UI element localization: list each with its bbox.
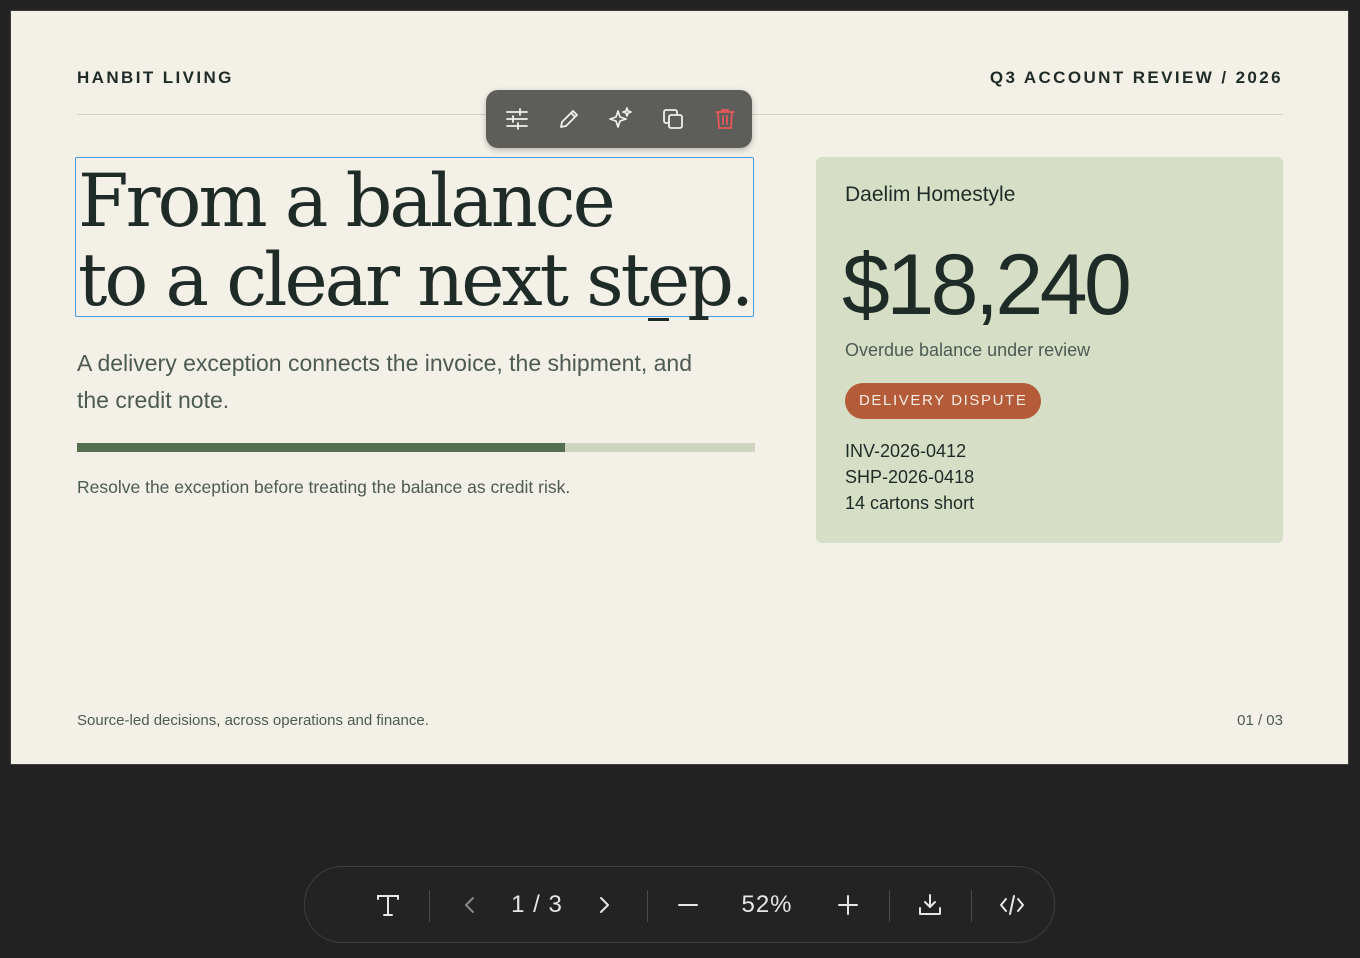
subheadline: A delivery exception connects the invoic… — [77, 350, 692, 413]
headline-text-box-selected[interactable]: From a balance to a clear next step. — [75, 157, 754, 321]
pencil-icon — [560, 110, 578, 128]
headline-line-2: to a clear next step. — [78, 238, 754, 323]
slide-canvas[interactable]: HANBIT LIVING Q3 ACCOUNT REVIEW / 2026 F… — [11, 11, 1348, 764]
delete-button[interactable] — [710, 104, 740, 134]
trash-icon — [715, 109, 735, 129]
shipment-reference: SHP-2026-0418 — [845, 467, 975, 487]
sparkle-icon — [609, 107, 632, 128]
duplicate-button[interactable] — [658, 104, 688, 134]
progress-fill — [77, 443, 566, 452]
status-badge: DELIVERY DISPUTE — [845, 383, 1042, 419]
format-settings-button[interactable] — [502, 104, 532, 134]
previous-page-button[interactable] — [455, 885, 485, 925]
toolbar-divider — [647, 890, 648, 922]
view-code-button[interactable] — [995, 885, 1029, 925]
plus-icon — [838, 895, 858, 915]
zoom-out-button[interactable] — [673, 885, 703, 925]
minus-icon — [678, 904, 698, 906]
text-icon — [377, 895, 399, 916]
ai-assist-button[interactable] — [606, 104, 636, 134]
account-card: Daelim Homestyle $18,240 Overdue balance… — [816, 157, 1283, 543]
invoice-reference: INV-2026-0412 — [845, 441, 967, 461]
toolbar-divider — [971, 890, 972, 922]
chevron-right-icon — [600, 897, 609, 913]
text-caret — [648, 318, 669, 321]
edit-button[interactable] — [554, 104, 584, 134]
headline-line-1: From a balance — [78, 159, 616, 244]
guidance-note: Resolve the exception before treating th… — [77, 477, 571, 497]
overdue-amount: $18,240 — [842, 237, 1132, 333]
review-title: Q3 ACCOUNT REVIEW / 2026 — [989, 68, 1283, 87]
chevron-left-icon — [465, 897, 474, 913]
footer-tagline: Source-led decisions, across operations … — [77, 712, 429, 729]
page-indicator: 1 / 3 — [511, 891, 563, 918]
code-icon — [1000, 895, 1024, 915]
zoom-level: 52% — [741, 891, 793, 918]
text-tool-button[interactable] — [371, 885, 405, 925]
company-name: Daelim Homestyle — [845, 183, 1016, 206]
download-icon — [919, 894, 941, 915]
download-button[interactable] — [913, 885, 947, 925]
shortage-detail: 14 cartons short — [845, 493, 975, 513]
slide-number: 01 / 03 — [1237, 712, 1283, 729]
resolution-progress-bar — [77, 443, 755, 452]
zoom-in-button[interactable] — [833, 885, 863, 925]
sliders-icon — [506, 108, 528, 130]
duplicate-icon — [663, 109, 683, 129]
brand-name: HANBIT LIVING — [77, 68, 234, 87]
next-page-button[interactable] — [589, 885, 619, 925]
presentation-toolbar: 1 / 3 52% — [304, 866, 1055, 943]
toolbar-divider — [429, 890, 430, 922]
amount-label: Overdue balance under review — [845, 340, 1091, 360]
toolbar-divider — [889, 890, 890, 922]
element-toolbar — [486, 90, 752, 148]
